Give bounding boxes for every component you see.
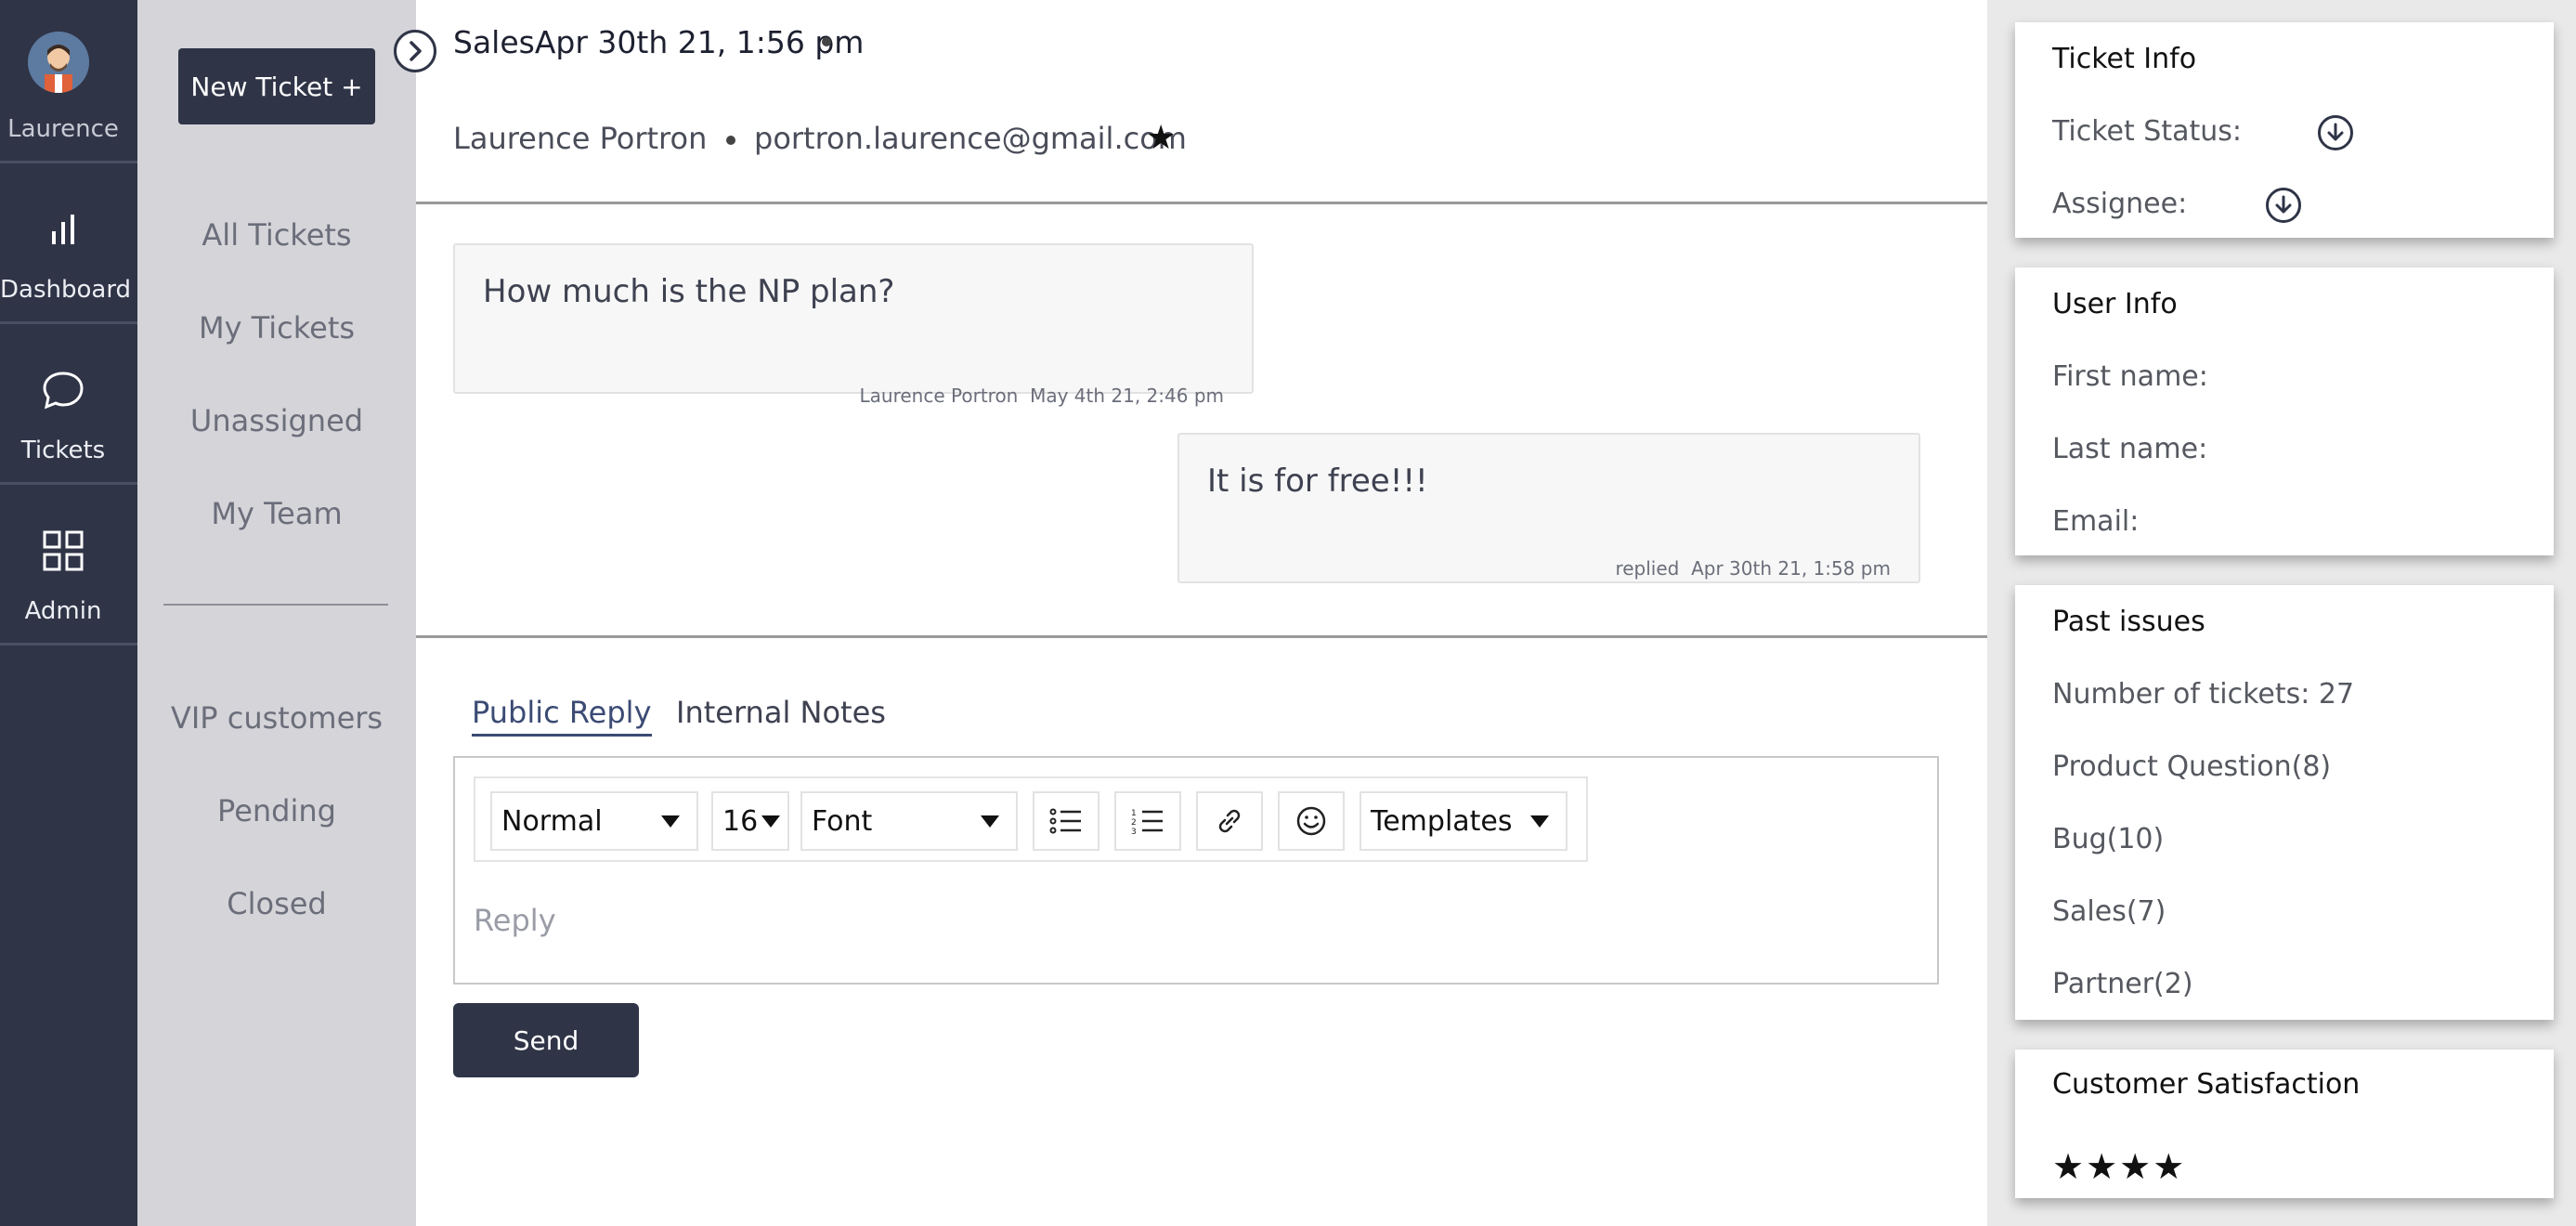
message-author: replied [1615,557,1680,580]
past-issue-row[interactable]: Bug(10) [2052,823,2164,855]
past-issues-card: Past issues Number of tickets: 27 Produc… [2015,585,2554,1020]
svg-text:1: 1 [1131,809,1137,818]
first-name-label: First name: [2052,360,2208,393]
tab-public-reply[interactable]: Public Reply [472,695,652,737]
smiley-icon [1296,806,1326,836]
arrow-down-circle-icon[interactable] [2266,188,2301,223]
message-text: How much is the NP plan? [483,273,895,310]
past-issue-row: Number of tickets: 27 [2052,678,2355,711]
message-text: It is for free!!! [1207,463,1428,500]
satisfaction-title: Customer Satisfaction [2052,1068,2361,1101]
emoji-button[interactable] [1278,791,1345,851]
nav-vip-customers[interactable]: VIP customers [137,700,416,736]
editor-toolbar: Normal 16 Font 1 2 3 Templates [474,776,1588,862]
format-select[interactable]: Normal [490,791,698,851]
caret-down-icon [1530,815,1549,828]
message-outgoing: It is for free!!! replied Apr 30th 21, 1… [1177,433,1920,583]
numbered-list-icon: 1 2 3 [1131,809,1163,835]
past-issues-title: Past issues [2052,606,2205,638]
reply-input[interactable]: Reply [474,903,556,938]
ticket-title: SalesApr 30th 21, 1:56 pm [453,24,865,60]
ticket-info-card: Ticket Info Ticket Status: Assignee: [2015,22,2554,238]
rail-item-label: Admin [24,597,102,625]
font-family-value: Font [812,804,873,838]
chevron-right-icon[interactable] [394,30,436,72]
send-button[interactable]: Send [453,1003,639,1077]
info-panel: Ticket Info Ticket Status: Assignee: Use… [1987,0,2576,1226]
rail-item-admin[interactable]: Admin [0,488,137,646]
last-name-label: Last name: [2052,433,2208,465]
font-size-select[interactable]: 16 [711,791,789,851]
assignee-label: Assignee: [2052,188,2188,220]
bullet-list-icon [1049,808,1081,834]
ticket-info-title: Ticket Info [2052,43,2197,75]
nav-closed[interactable]: Closed [137,886,416,921]
ticket-status-label: Ticket Status: [2052,115,2242,148]
past-issue-row[interactable]: Partner(2) [2052,968,2193,1000]
svg-text:3: 3 [1131,828,1137,835]
grid-icon [39,527,87,575]
nav-my-tickets[interactable]: My Tickets [137,310,416,346]
requester-name: Laurence Portron [453,121,708,156]
email-label: Email: [2052,505,2140,538]
font-size-value: 16 [722,804,759,838]
svg-text:2: 2 [1131,818,1137,828]
nav-divider [163,604,388,606]
bar-chart-icon [39,205,87,254]
rail-item-tickets[interactable]: Tickets [0,327,137,485]
message-time: Apr 30th 21, 1:58 pm [1691,557,1891,580]
rail-item-label: Dashboard [0,276,132,304]
message-author: Laurence Portron [859,385,1019,407]
satisfaction-card: Customer Satisfaction ★★★★ [2015,1050,2554,1198]
rail-item-label: Tickets [20,437,106,464]
chat-bubble-icon [39,366,87,414]
rating-stars: ★★★★ [2052,1146,2187,1187]
message-meta: replied Apr 30th 21, 1:58 pm [1615,557,1891,580]
user-info-title: User Info [2052,288,2178,320]
message-incoming: How much is the NP plan? Laurence Portro… [453,243,1254,407]
header-divider [416,202,1987,204]
templates-label: Templates [1371,804,1513,838]
templates-select[interactable]: Templates [1360,791,1568,851]
rail-user[interactable]: Laurence [0,0,137,163]
avatar[interactable] [28,32,89,93]
rail-user-label: Laurence [7,115,119,143]
separator-dot [822,37,831,46]
new-ticket-button[interactable]: New Ticket + [178,48,375,124]
thread-divider [416,635,1987,638]
bullet-list-button[interactable] [1033,791,1099,851]
font-family-select[interactable]: Font [800,791,1018,851]
caret-down-icon [661,815,680,828]
arrow-down-circle-icon[interactable] [2318,115,2353,150]
star-icon[interactable]: ★ [1146,119,1176,157]
nav-pending[interactable]: Pending [137,793,416,828]
nav-my-team[interactable]: My Team [137,496,416,531]
link-icon [1218,809,1241,833]
format-select-value: Normal [501,804,603,838]
user-info-card: User Info First name: Last name: Email: [2015,267,2554,555]
numbered-list-button[interactable]: 1 2 3 [1114,791,1181,851]
ticket-views-nav: New Ticket + All Tickets My Tickets Unas… [137,0,416,1226]
nav-all-tickets[interactable]: All Tickets [137,217,416,253]
message-time: May 4th 21, 2:46 pm [1030,385,1224,407]
past-issue-row[interactable]: Sales(7) [2052,895,2166,928]
separator-dot [726,136,735,145]
past-issue-row[interactable]: Product Question(8) [2052,750,2331,783]
reply-editor: Normal 16 Font 1 2 3 Templates Reply [453,756,1939,985]
icon-rail: Laurence Dashboard Tickets Admin [0,0,137,1226]
link-button[interactable] [1196,791,1263,851]
requester-email: portron.laurence@gmail.com [754,121,1187,156]
ticket-detail: SalesApr 30th 21, 1:56 pm Laurence Portr… [394,0,1987,1226]
caret-down-icon [981,815,999,828]
tab-internal-notes[interactable]: Internal Notes [676,695,886,730]
rail-item-dashboard[interactable]: Dashboard [0,166,137,324]
caret-down-icon [761,815,780,828]
message-meta: Laurence Portron May 4th 21, 2:46 pm [860,385,1224,407]
nav-unassigned[interactable]: Unassigned [137,403,416,438]
